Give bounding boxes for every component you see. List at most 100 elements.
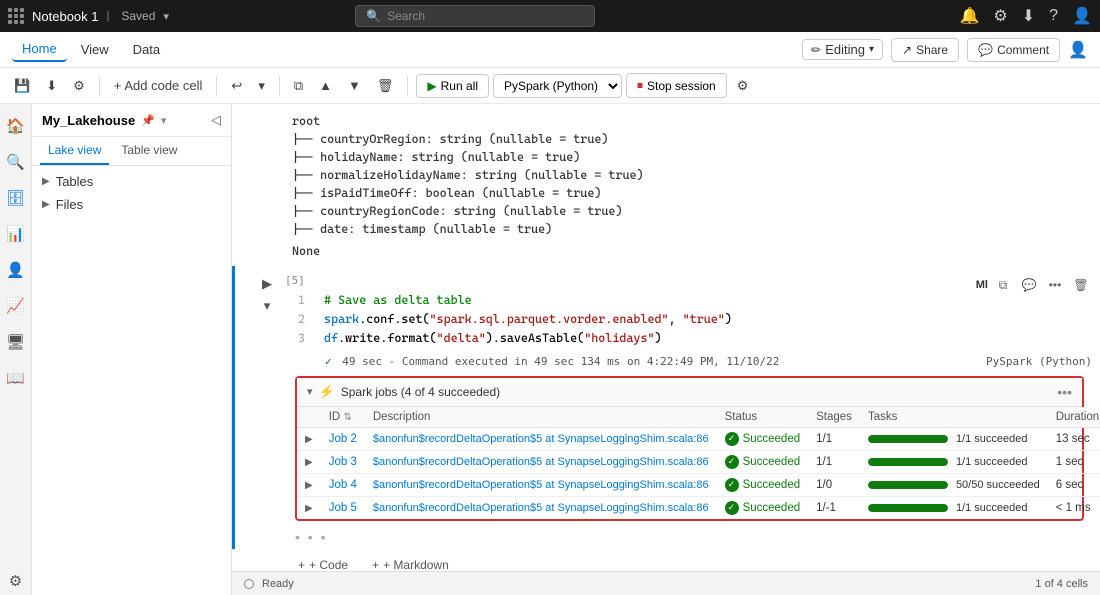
schema-line-1: |-- countryOrRegion: string (nullable = … [292,130,1084,148]
files-section[interactable]: ▶ Files [32,193,231,216]
undo-dropdown[interactable]: ▾ [252,75,271,97]
task-progress-bar [868,458,948,466]
comment-button[interactable]: 💬 Comment [967,38,1060,62]
cell-toolbar: Ml ⧉ 💬 ••• 🗑 [976,274,1092,296]
move-down-button[interactable]: ▼ [342,75,367,96]
sidebar-header: My_Lakehouse 📌 ▾ ◁ [32,104,231,137]
status-success: ✓ Succeeded [725,478,801,492]
cell-number: [5] [285,270,315,287]
add-code-cell-button[interactable]: + Add code cell [108,75,209,96]
th-tasks[interactable]: Tasks [860,407,1048,428]
row-expand-icon[interactable]: ▶ [305,503,313,514]
cell-delete-button[interactable]: 🗑 [1070,274,1092,296]
job-description-link[interactable]: $anonfun$recordDeltaOperation$5 at Synap… [373,456,709,468]
menu-data[interactable]: Data [123,38,170,61]
th-status[interactable]: Status [717,407,809,428]
cell-expand-button[interactable]: ▾ [257,296,277,316]
copy-icon: ⧉ [294,78,303,94]
account-icon[interactable]: 👤 [1072,6,1092,26]
search-icon-bar[interactable]: 🔍 [2,148,30,176]
schema-line-4: |-- isPaidTimeOff: boolean (nullable = t… [292,184,1084,202]
job-description-link[interactable]: $anonfun$recordDeltaOperation$5 at Synap… [373,433,709,445]
save-button[interactable]: 💾 [8,75,36,97]
share-icon: ↗ [902,43,912,57]
share-button[interactable]: ↗ Share [891,38,959,62]
add-markdown-button[interactable]: + + Markdown [366,555,455,571]
job-id-link[interactable]: Job 5 [329,502,357,514]
database-icon-bar[interactable]: 🗄 [2,184,30,212]
more-button[interactable]: ⚙ [731,75,755,97]
home-icon-bar[interactable]: 🏠 [2,112,30,140]
check-icon: ✓ [325,355,332,368]
tables-section[interactable]: ▶ Tables [32,170,231,193]
settings-toolbar-button[interactable]: ⚙ [67,75,91,97]
th-id[interactable]: ID ⇅ [321,407,365,428]
cell-run-button[interactable]: ▶ [257,274,277,294]
spark-jobs-more-icon[interactable]: ••• [1057,384,1072,400]
gear-icon-bar[interactable]: ⚙ [2,567,30,595]
row-expand-icon[interactable]: ▶ [305,434,313,445]
tab-lake-view[interactable]: Lake view [40,137,109,165]
kernel-select[interactable]: PySpark (Python) [493,74,622,98]
chart-icon-bar[interactable]: 📈 [2,292,30,320]
saved-label: Saved [121,9,155,23]
th-stages[interactable]: Stages [808,407,860,428]
notebook-name[interactable]: Notebook 1 [32,9,99,24]
person-icon-bar[interactable]: 👤 [2,256,30,284]
tab-table-view[interactable]: Table view [113,137,185,165]
cell-copy-button[interactable]: ⧉ [992,274,1014,296]
status-success: ✓ Succeeded [725,455,801,469]
table-row[interactable]: ▶ Job 2 $anonfun$recordDeltaOperation$5 … [297,427,1100,450]
job-description-link[interactable]: $anonfun$recordDeltaOperation$5 at Synap… [373,502,709,514]
table-row[interactable]: ▶ Job 5 $anonfun$recordDeltaOperation$5 … [297,496,1100,519]
task-progress-fill [868,481,948,489]
move-up-button[interactable]: ▲ [313,75,338,96]
expand-files-icon: ▶ [42,199,50,210]
cell-count: 1 of 4 cells [1035,578,1088,590]
job-id-link[interactable]: Job 4 [329,479,357,491]
task-progress-fill [868,435,948,443]
undo-button[interactable]: ↩ [225,75,248,97]
table-icon-bar[interactable]: 📊 [2,220,30,248]
sort-icon: ⇅ [343,412,351,423]
job-duration: 6 sec [1048,473,1100,496]
help-icon[interactable]: ? [1049,7,1058,25]
table-row[interactable]: ▶ Job 3 $anonfun$recordDeltaOperation$5 … [297,450,1100,473]
download-toolbar-button[interactable]: ⬇ [40,75,63,97]
task-label: 1/1 succeeded [956,502,1028,514]
cell-more-button[interactable]: ••• [1044,274,1066,296]
job-description-link[interactable]: $anonfun$recordDeltaOperation$5 at Synap… [373,479,709,491]
th-description[interactable]: Description [365,407,717,428]
person-icon[interactable]: 👤 [1068,40,1088,60]
move-cell-button[interactable]: ⧉ [288,75,309,97]
book-icon-bar[interactable]: 📖 [2,364,30,392]
separator-3 [279,76,280,96]
menu-view[interactable]: View [71,38,119,61]
spark-jobs-collapse-icon[interactable]: ▾ [307,385,313,398]
cell-comment-button[interactable]: 💬 [1018,274,1040,296]
chevron-down-icon[interactable]: ▾ [161,114,167,127]
job-id-link[interactable]: Job 2 [329,433,357,445]
job-tasks: 1/1 succeeded [860,496,1048,519]
editing-badge[interactable]: ✏ Editing ▾ [802,39,883,60]
add-code-button[interactable]: + + Code [292,555,354,571]
run-all-button[interactable]: ▶ Run all [416,74,489,98]
job-id-link[interactable]: Job 3 [329,456,357,468]
row-expand-icon[interactable]: ▶ [305,480,313,491]
stop-session-button[interactable]: ⏹ Stop session [626,73,727,98]
task-label: 1/1 succeeded [956,456,1028,468]
app-icon [8,8,24,24]
menu-home[interactable]: Home [12,37,67,62]
download-icon[interactable]: ⬇ [1022,6,1035,26]
search-bar[interactable]: 🔍 Search [355,5,595,27]
delete-cell-button[interactable]: 🗑 [371,75,400,97]
title-bar-icons: 🔔 ⚙ ⬇ ? 👤 [959,6,1092,26]
notification-icon[interactable]: 🔔 [959,6,979,26]
monitor-icon-bar[interactable]: 🖥 [2,328,30,356]
table-row[interactable]: ▶ Job 4 $anonfun$recordDeltaOperation$5 … [297,473,1100,496]
collapse-sidebar-icon[interactable]: ◁ [211,112,221,128]
row-expand-icon[interactable]: ▶ [305,457,313,468]
settings-icon[interactable]: ⚙ [993,6,1007,26]
code-editor[interactable]: 1 # Save as delta table 2 spark.conf.set… [285,287,1100,353]
th-duration[interactable]: Duration [1048,407,1100,428]
